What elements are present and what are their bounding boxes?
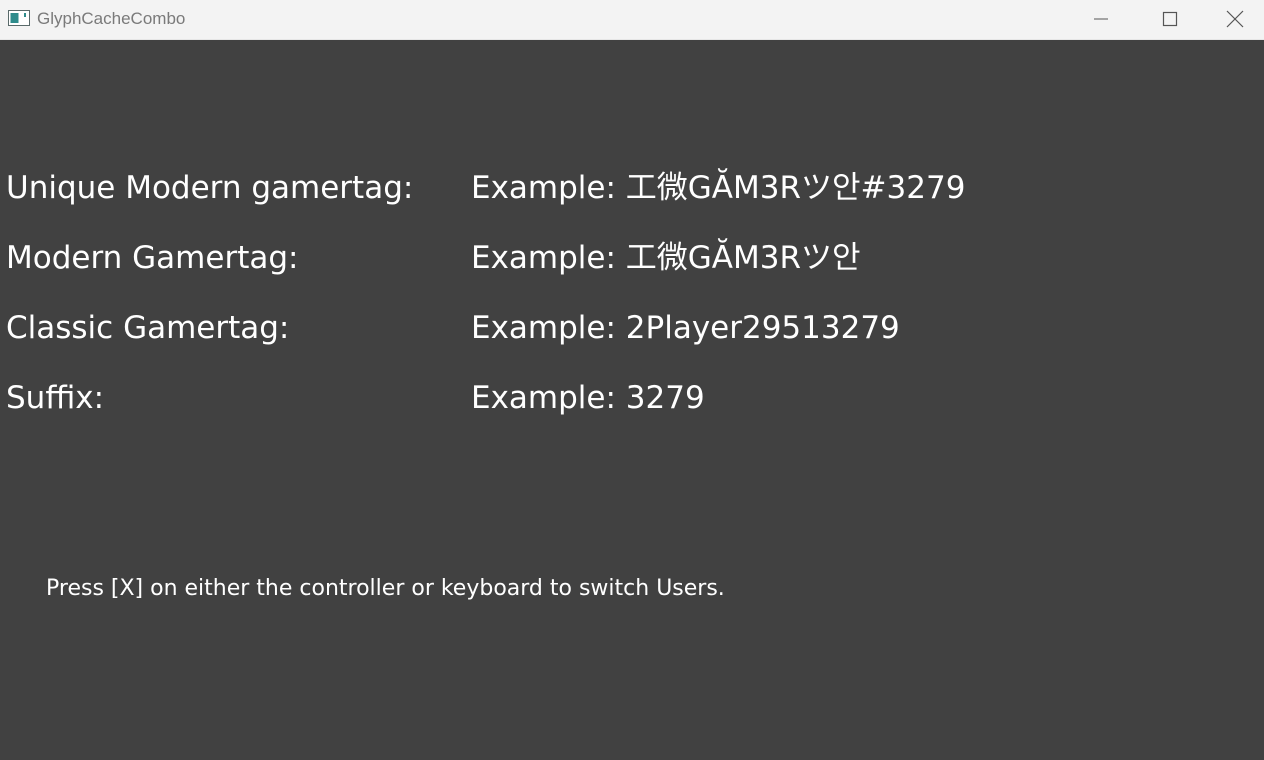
suffix-value: Example: 3279 [471, 380, 705, 416]
app-window-icon [8, 10, 30, 26]
suffix-label: Suffix: [6, 380, 105, 416]
maximize-button[interactable] [1136, 0, 1204, 38]
maximize-icon [1162, 11, 1178, 27]
modern-gamertag-value: Example: 工微GĂM3Rツ안 [471, 240, 861, 276]
modern-gamertag-label: Modern Gamertag: [6, 240, 299, 276]
close-button[interactable] [1206, 0, 1264, 38]
unique-modern-gamertag-label: Unique Modern gamertag: [6, 170, 414, 206]
window-title: GlyphCacheCombo [37, 9, 186, 28]
switch-users-hint: Press [X] on either the controller or ke… [46, 576, 725, 601]
classic-gamertag-value: Example: 2Player29513279 [471, 310, 900, 346]
title-bar[interactable]: GlyphCacheCombo [0, 0, 1264, 40]
main-content: Unique Modern gamertag: Example: 工微GĂM3R… [0, 41, 1264, 760]
unique-modern-gamertag-value: Example: 工微GĂM3Rツ안#3279 [471, 170, 966, 206]
classic-gamertag-label: Classic Gamertag: [6, 310, 290, 346]
minimize-button[interactable] [1067, 0, 1135, 38]
minimize-icon [1093, 11, 1109, 27]
close-icon [1226, 10, 1244, 28]
